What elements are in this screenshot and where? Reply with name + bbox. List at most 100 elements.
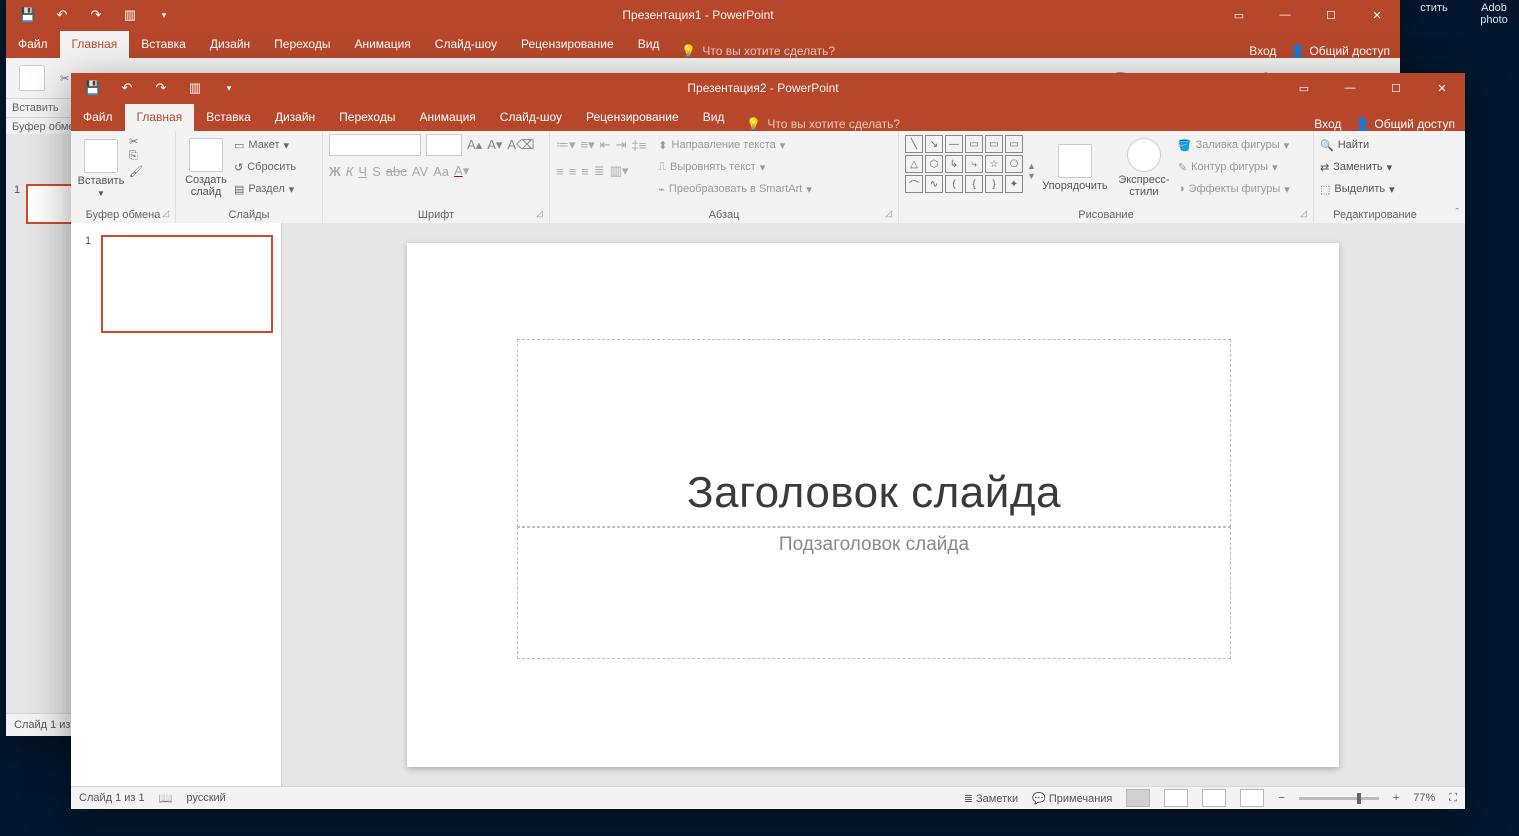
shape-effects-button[interactable]: ◑ Эффекты фигуры ▾	[1178, 179, 1290, 199]
shape-fill-button[interactable]: 🪣 Заливка фигуры ▾	[1178, 135, 1290, 155]
reading-view-button[interactable]	[1202, 789, 1226, 807]
bold-button[interactable]: Ж	[329, 164, 341, 179]
tab-review[interactable]: Рецензирование	[509, 31, 626, 58]
slide-canvas[interactable]: Заголовок слайда Подзаголовок слайда	[281, 223, 1465, 787]
shape-outline-button[interactable]: ✎ Контур фигуры ▾	[1178, 157, 1290, 177]
font-color-button[interactable]: A▾	[454, 163, 469, 179]
qat-more-icon[interactable]: ▾	[219, 78, 239, 98]
section-button[interactable]: ▤ Раздел ▾	[234, 179, 296, 199]
columns-button[interactable]: ▥▾	[610, 163, 629, 179]
undo-icon[interactable]: ↶	[117, 78, 137, 98]
tell-me-search[interactable]: 💡 Что вы хотите сделать?	[736, 117, 910, 131]
align-left-button[interactable]: ≡	[556, 164, 564, 179]
paste-button[interactable]: Вставить▼	[77, 135, 125, 201]
tab-home[interactable]: Главная	[60, 31, 130, 58]
select-button[interactable]: ⬚ Выделить ▾	[1320, 179, 1395, 199]
decrease-indent-button[interactable]: ⇤	[600, 137, 611, 153]
new-slide-button[interactable]: Создать слайд	[182, 135, 230, 201]
maximize-button[interactable]: ☐	[1373, 73, 1419, 103]
qat-more-icon[interactable]: ▾	[154, 5, 174, 25]
maximize-button[interactable]: ☐	[1308, 0, 1354, 30]
format-painter-icon[interactable]: 🖌	[129, 165, 143, 178]
share-button[interactable]: 👤 Общий доступ	[1290, 44, 1390, 58]
increase-indent-button[interactable]: ⇥	[616, 137, 627, 153]
minimize-button[interactable]: —	[1262, 0, 1308, 30]
smartart-button[interactable]: ⌁ Преобразовать в SmartArt ▾	[658, 179, 812, 199]
sorter-view-button[interactable]	[1164, 789, 1188, 807]
save-icon[interactable]: 💾	[18, 5, 38, 25]
normal-view-button[interactable]	[1126, 789, 1150, 807]
close-button[interactable]: ✕	[1354, 0, 1400, 30]
zoom-slider[interactable]	[1299, 797, 1379, 800]
start-slideshow-icon[interactable]: ▥	[120, 5, 140, 25]
reset-button[interactable]: ↺ Сбросить	[234, 157, 296, 177]
shapes-gallery[interactable]: ╲↘—▭▭▭ △⬡↳⤷☆⎔ ⌒∿({}✦	[905, 135, 1023, 193]
font-size-combo[interactable]	[426, 134, 462, 156]
tab-file[interactable]: Файл	[71, 104, 125, 131]
notes-button[interactable]: ≣ Заметки	[964, 792, 1018, 805]
justify-button[interactable]: ≣	[594, 163, 605, 179]
align-center-button[interactable]: ≡	[569, 164, 577, 179]
tab-transitions[interactable]: Переходы	[327, 104, 407, 131]
language-indicator[interactable]: русский	[186, 792, 225, 804]
tell-me-search[interactable]: 💡 Что вы хотите сделать?	[671, 44, 845, 58]
zoom-out-button[interactable]: −	[1278, 792, 1284, 804]
numbering-button[interactable]: ≡▾	[581, 137, 595, 153]
share-button[interactable]: 👤 Общий доступ	[1355, 117, 1455, 131]
dialog-launcher-icon[interactable]: ◿	[536, 208, 543, 219]
title-placeholder[interactable]: Заголовок слайда	[517, 339, 1231, 527]
line-spacing-button[interactable]: ‡≡	[631, 138, 646, 153]
tab-insert[interactable]: Вставка	[194, 104, 263, 131]
dialog-launcher-icon[interactable]: ◿	[885, 208, 892, 219]
zoom-in-button[interactable]: +	[1393, 792, 1399, 804]
tab-review[interactable]: Рецензирование	[574, 104, 691, 131]
zoom-level[interactable]: 77%	[1413, 792, 1435, 804]
title-bar[interactable]: 💾 ↶ ↷ ▥ ▾ Презентация2 - PowerPoint ▭ — …	[71, 73, 1465, 103]
fit-to-window-button[interactable]: ⛶	[1449, 792, 1457, 805]
save-icon[interactable]: 💾	[83, 78, 103, 98]
tab-home[interactable]: Главная	[125, 104, 195, 131]
align-text-button[interactable]: ⎍ Выровнять текст ▾	[658, 157, 812, 177]
collapse-ribbon-icon[interactable]: ˆ	[1455, 207, 1459, 219]
decrease-font-icon[interactable]: A▾	[487, 137, 502, 153]
spellcheck-icon[interactable]: 📖	[159, 792, 173, 805]
tab-view[interactable]: Вид	[691, 104, 737, 131]
clear-format-icon[interactable]: A⌫	[507, 137, 534, 153]
find-button[interactable]: 🔍 Найти	[1320, 135, 1395, 155]
signin-link[interactable]: Вход	[1249, 44, 1276, 58]
font-family-combo[interactable]	[329, 134, 421, 156]
change-case-button[interactable]: Aa	[433, 164, 449, 179]
bullets-button[interactable]: ≔▾	[556, 137, 576, 153]
slideshow-view-button[interactable]	[1240, 789, 1264, 807]
italic-button[interactable]: К	[346, 164, 354, 179]
dialog-launcher-icon[interactable]: ◿	[162, 208, 169, 219]
char-spacing-button[interactable]: AV	[412, 164, 428, 179]
undo-icon[interactable]: ↶	[52, 5, 72, 25]
ribbon-options-icon[interactable]: ▭	[1281, 73, 1327, 103]
redo-icon[interactable]: ↷	[86, 5, 106, 25]
shadow-button[interactable]: S	[372, 164, 381, 179]
dialog-launcher-icon[interactable]: ◿	[1300, 208, 1307, 219]
tab-insert[interactable]: Вставка	[129, 31, 198, 58]
tab-design[interactable]: Дизайн	[263, 104, 327, 131]
slide-thumbnail[interactable]	[26, 184, 76, 224]
copy-icon[interactable]: ⎘	[129, 150, 143, 163]
tab-animations[interactable]: Анимация	[407, 104, 487, 131]
signin-link[interactable]: Вход	[1314, 117, 1341, 131]
underline-button[interactable]: Ч	[358, 164, 367, 179]
minimize-button[interactable]: —	[1327, 73, 1373, 103]
slide[interactable]: Заголовок слайда Подзаголовок слайда	[407, 243, 1339, 767]
close-button[interactable]: ✕	[1419, 73, 1465, 103]
layout-button[interactable]: ▭ Макет ▾	[234, 135, 296, 155]
replace-button[interactable]: ⇄ Заменить ▾	[1320, 157, 1395, 177]
strike-button[interactable]: abc	[386, 164, 407, 179]
start-slideshow-icon[interactable]: ▥	[185, 78, 205, 98]
tab-view[interactable]: Вид	[626, 31, 672, 58]
slide-panel[interactable]: 1	[71, 223, 282, 787]
arrange-button[interactable]: Упорядочить	[1040, 135, 1110, 201]
redo-icon[interactable]: ↷	[151, 78, 171, 98]
tab-design[interactable]: Дизайн	[198, 31, 262, 58]
ribbon-options-icon[interactable]: ▭	[1216, 0, 1262, 30]
slide-thumbnail[interactable]: 1	[101, 235, 273, 333]
tab-slideshow[interactable]: Слайд-шоу	[488, 104, 574, 131]
